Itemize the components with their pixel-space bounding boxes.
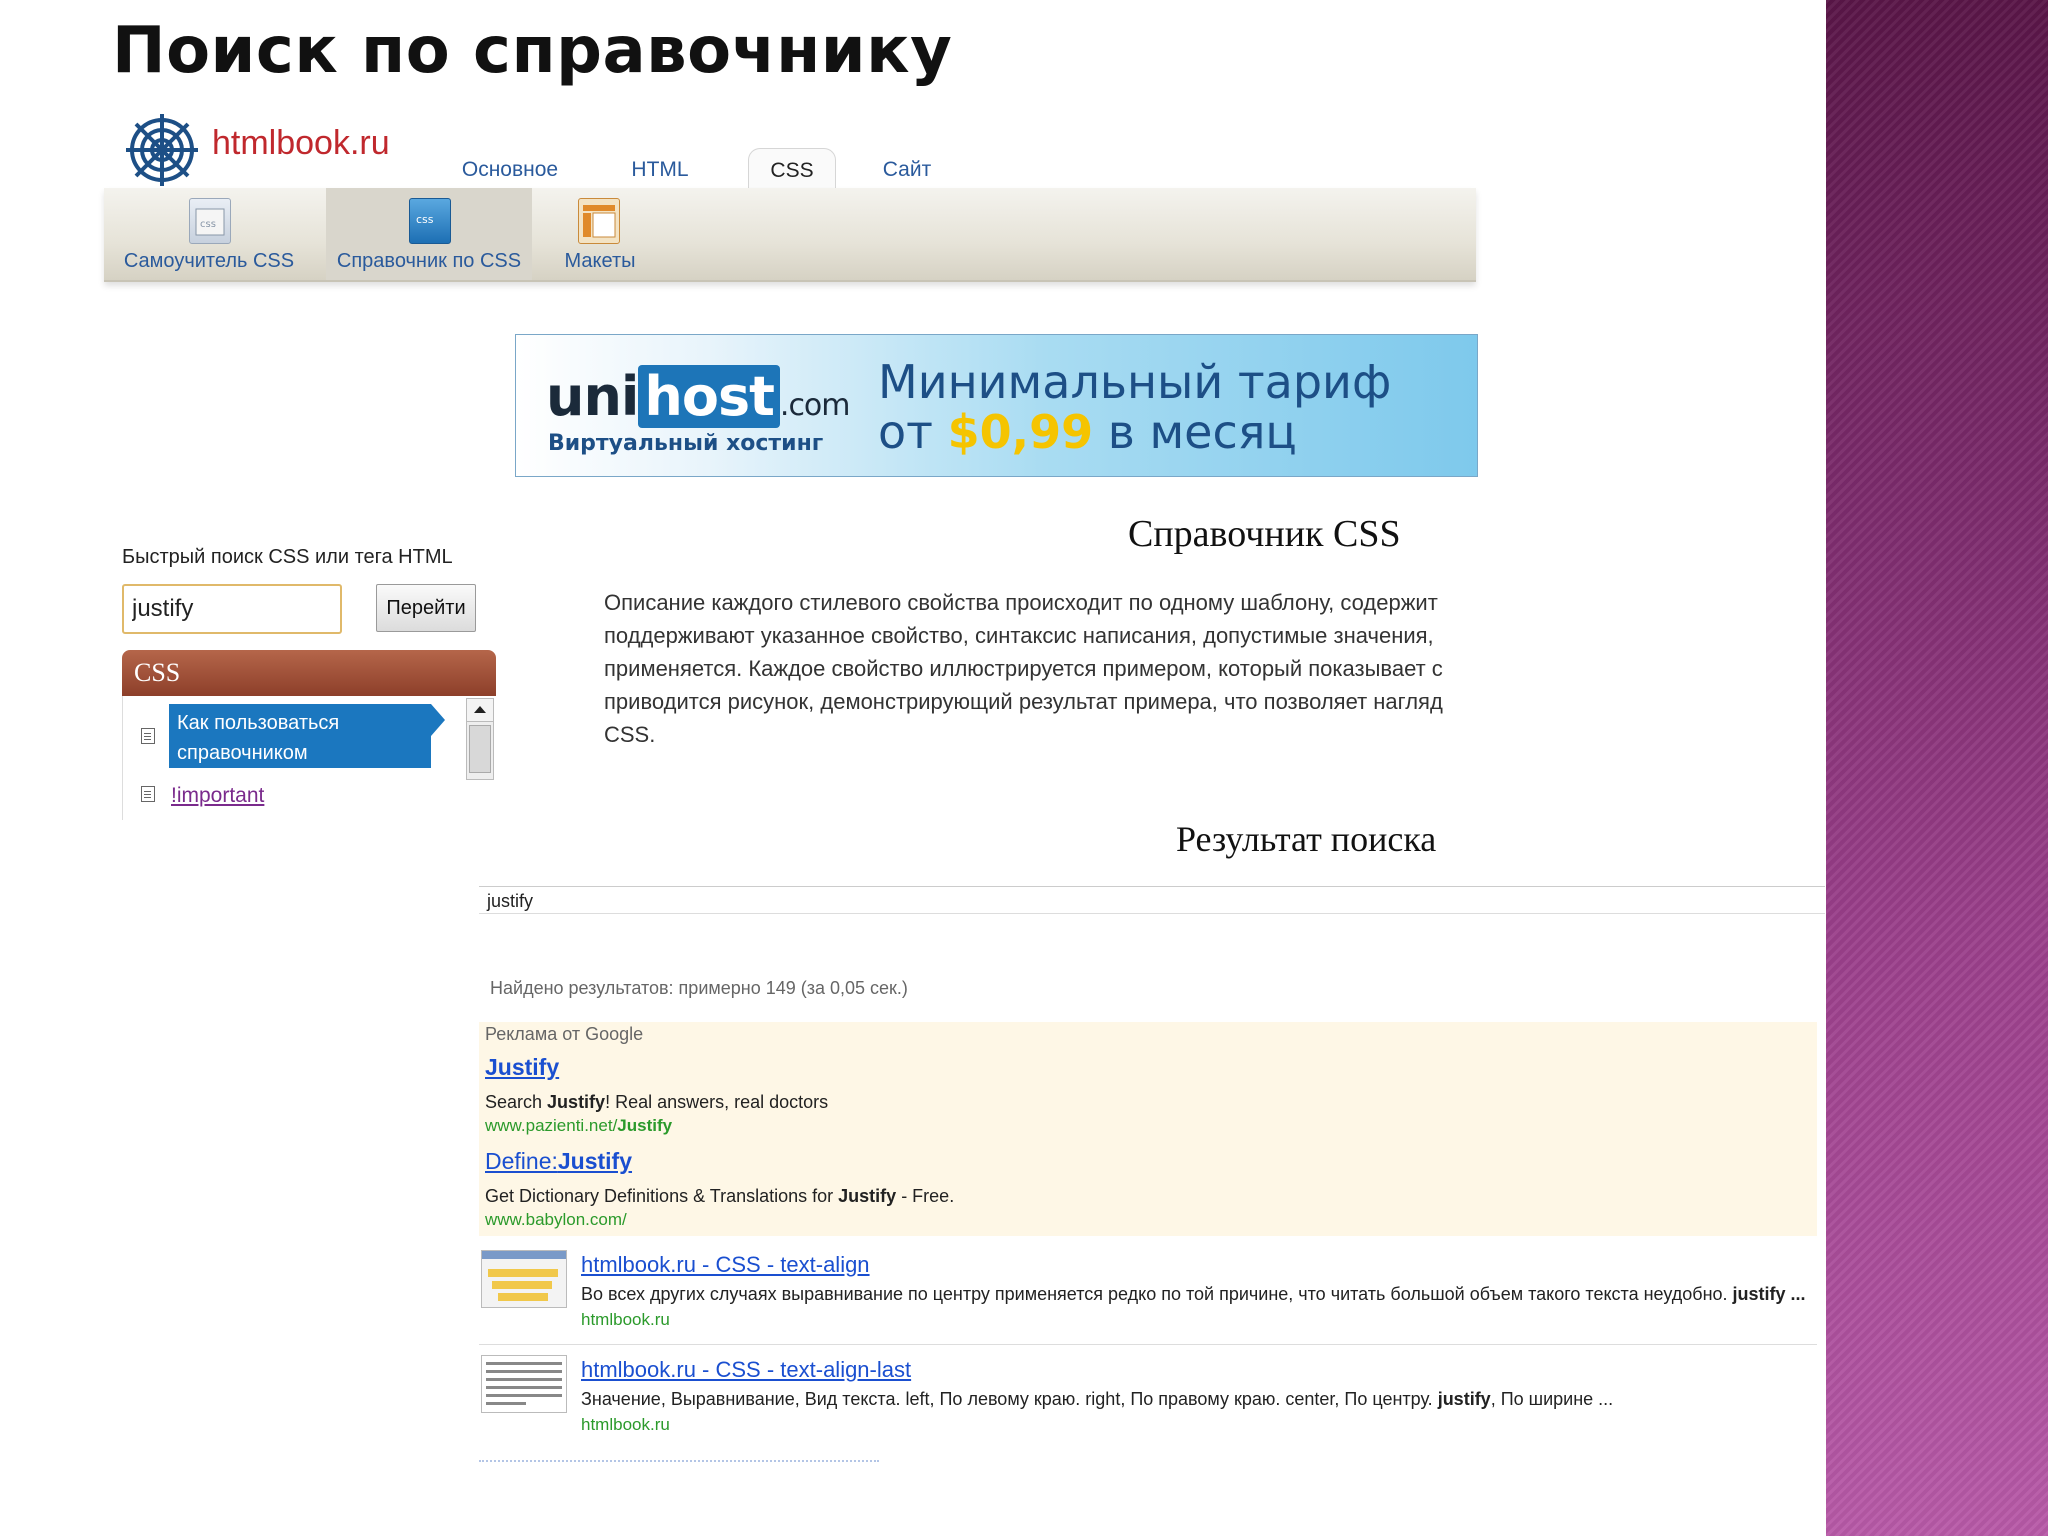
scroll-thumb[interactable] (469, 725, 491, 773)
css-index-panel: CSS Как пользоваться справочником !impor… (122, 650, 496, 820)
css-list-scrollbar[interactable] (466, 698, 494, 780)
banner-headline: Минимальный тариф (878, 355, 1392, 409)
toolbar-label: Справочник по CSS (336, 250, 522, 272)
result-title-link[interactable]: htmlbook.ru - CSS - text-align (581, 1252, 870, 1278)
list-item-important[interactable]: !important (171, 784, 264, 808)
result-thumbnail[interactable] (481, 1250, 567, 1308)
slide-title: Поиск по справочнику (112, 14, 953, 88)
toolbar-css-reference[interactable]: css Справочник по CSS (326, 188, 532, 280)
css-panel-header: CSS (122, 650, 496, 696)
ad-title-link[interactable]: Justify (485, 1054, 559, 1081)
cut-off-result-row (479, 1460, 879, 1472)
banner-brand: uni host .com (546, 365, 851, 428)
svg-text:css: css (200, 219, 216, 230)
search-query-field[interactable]: justify (479, 886, 1825, 914)
banner-subtitle: Виртуальный хостинг (548, 431, 824, 456)
ad-text: Get Dictionary Definitions & Translation… (485, 1186, 955, 1206)
unihost-ad-banner[interactable]: uni host .com Виртуальный хостинг Минималь… (515, 334, 1478, 477)
document-icon (141, 728, 155, 744)
document-icon (141, 786, 155, 802)
reference-description: Описание каждого стилевого свойства прои… (604, 586, 1476, 751)
results-count: Найдено результатов: примерно 149 (за 0,… (490, 978, 908, 998)
search-result: htmlbook.ru - CSS - text-align Во всех д… (479, 1240, 1817, 1340)
css-reference-icon: css (409, 198, 451, 244)
search-result: htmlbook.ru - CSS - text-align-last Знач… (479, 1344, 1817, 1445)
search-results-title: Результат поиска (1176, 819, 1437, 859)
description-line: CSS. (604, 722, 656, 747)
toolbar-label: Самоучитель CSS (123, 250, 295, 272)
tab-main[interactable]: Основное (440, 148, 580, 188)
section-toolbar: css Самоучитель CSS css Справочник по CS… (104, 188, 1476, 282)
list-item-label: Как пользоваться справочником (177, 712, 340, 764)
description-line: приводится рисунок, демонстрирующий резу… (604, 689, 1443, 714)
toolbar-layouts[interactable]: Макеты (550, 188, 650, 280)
scroll-up-arrow-icon[interactable] (467, 699, 493, 722)
description-line: поддерживают указанное свойство, синтакс… (604, 623, 1434, 648)
spider-web-logo-icon[interactable] (122, 110, 202, 190)
css-tutorial-icon: css (189, 198, 231, 244)
ad-title-link[interactable]: Define:Justify (485, 1148, 632, 1175)
google-ads-block: Реклама от Google Justify Search Justify… (479, 1022, 1817, 1236)
quick-search-input[interactable] (122, 584, 342, 634)
description-line: Описание каждого стилевого свойства прои… (604, 590, 1438, 615)
list-item-how-to-use[interactable]: Как пользоваться справочником (169, 704, 445, 768)
go-button[interactable]: Перейти (376, 584, 476, 632)
tab-html[interactable]: HTML (610, 148, 710, 188)
site-logo-text[interactable]: htmlbook.ru (212, 124, 390, 163)
ad-url[interactable]: www.babylon.com/ (485, 1210, 627, 1230)
ad-text: Search Justify! Real answers, real docto… (485, 1092, 829, 1112)
svg-text:css: css (416, 213, 434, 226)
result-title-link[interactable]: htmlbook.ru - CSS - text-align-last (581, 1357, 911, 1383)
reference-title: Справочник CSS (1128, 513, 1401, 555)
css-index-list: Как пользоваться справочником !important (122, 696, 496, 820)
banner-price-line: от $0,99 в месяц (878, 405, 1297, 459)
toolbar-css-tutorial[interactable]: css Самоучитель CSS (114, 188, 304, 280)
css-panel-title: CSS (134, 658, 181, 687)
result-url[interactable]: htmlbook.ru (581, 1310, 670, 1330)
decorative-side-panel (1826, 0, 2048, 1536)
ad-url[interactable]: www.pazienti.net/Justify (485, 1116, 672, 1136)
description-line: применяется. Каждое свойство иллюстрируе… (604, 656, 1443, 681)
tab-css[interactable]: CSS (748, 148, 836, 189)
result-snippet: Во всех других случаях выравнивание по ц… (581, 1284, 1806, 1304)
result-thumbnail[interactable] (481, 1355, 567, 1413)
ads-label: Реклама от Google (485, 1024, 644, 1044)
tab-site[interactable]: Сайт (860, 148, 954, 188)
result-url[interactable]: htmlbook.ru (581, 1415, 670, 1435)
layouts-icon (578, 198, 620, 244)
quick-search-label: Быстрый поиск CSS или тега HTML (122, 546, 453, 568)
toolbar-label: Макеты (564, 250, 636, 272)
result-snippet: Значение, Выравнивание, Вид текста. left… (581, 1389, 1614, 1409)
